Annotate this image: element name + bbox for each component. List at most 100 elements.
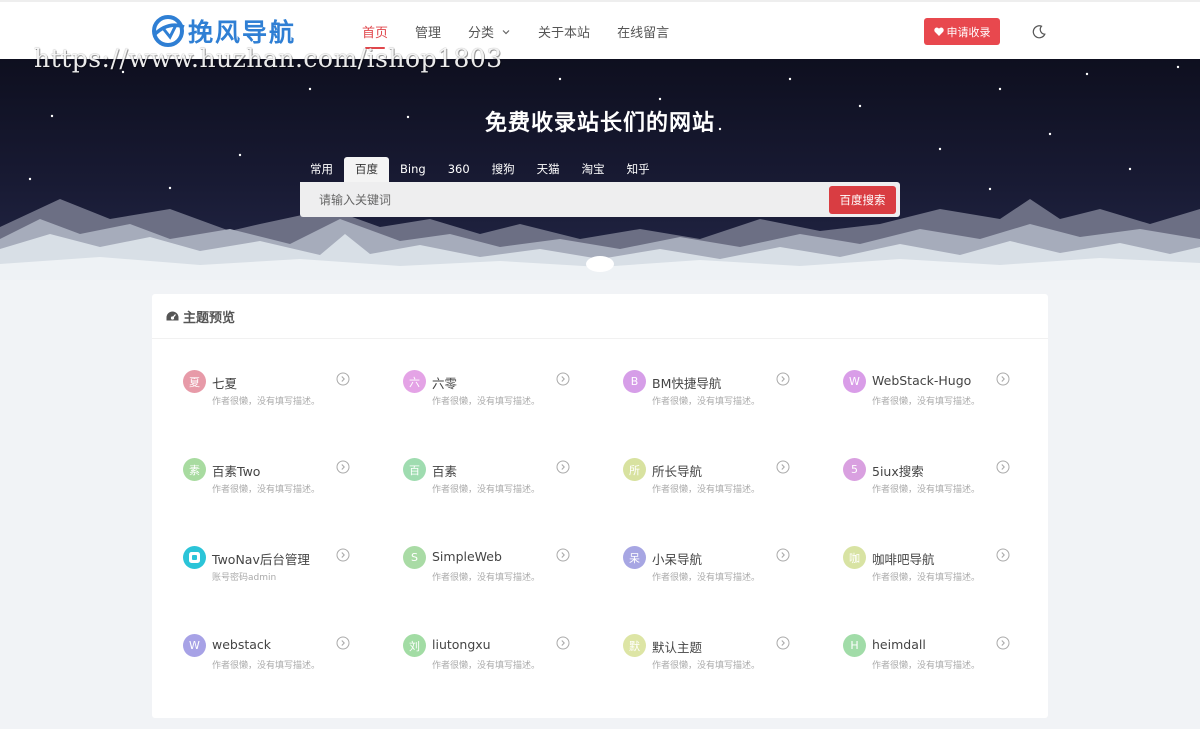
site-card[interactable]: Hheimdall 作者很懒，没有填写描述。 <box>843 634 1043 694</box>
nav-item-label: 首页 <box>362 26 389 41</box>
site-description: 作者很懒，没有填写描述。 <box>652 661 761 671</box>
moon-icon[interactable] <box>1031 24 1047 40</box>
search-button[interactable]: 百度搜索 <box>829 186 896 214</box>
site-description: 作者很懒，没有填写描述。 <box>212 661 321 671</box>
site-description: 作者很懒，没有填写描述。 <box>432 485 541 495</box>
submit-site-button[interactable]: 申请收录 <box>924 18 1000 45</box>
site-name: liutongxu <box>432 637 491 652</box>
site-description: 作者很懒，没有填写描述。 <box>652 397 761 407</box>
star-dot <box>558 77 562 81</box>
star-dot <box>238 153 242 157</box>
chevron-right-circle-icon[interactable] <box>556 372 570 386</box>
site-description: 作者很懒，没有填写描述。 <box>212 485 321 495</box>
site-avatar: 百 <box>403 458 426 481</box>
site-name: 咖啡吧导航 <box>872 552 935 567</box>
site-description: 作者很懒，没有填写描述。 <box>872 661 981 671</box>
chevron-right-circle-icon[interactable] <box>336 372 350 386</box>
site-card[interactable]: 素百素Two 作者很懒，没有填写描述。 <box>183 458 383 518</box>
search-input[interactable] <box>300 182 825 217</box>
site-logo-icon <box>183 546 206 569</box>
site-card[interactable]: 百百素作者很懒，没有填写描述。 <box>403 458 603 518</box>
search-tab[interactable]: 百度 <box>344 157 389 182</box>
site-card[interactable]: S SimpleWeb 作者很懒，没有填写描述。 <box>403 546 603 606</box>
star-dot <box>168 186 172 190</box>
site-card[interactable]: 刘 liutongxu 作者很懒，没有填写描述。 <box>403 634 603 694</box>
nav-item-label: 关于本站 <box>538 26 591 41</box>
star-dot <box>938 147 942 151</box>
search-box: 百度搜索 <box>300 182 900 217</box>
chevron-right-circle-icon[interactable] <box>336 636 350 650</box>
chevron-right-circle-icon[interactable] <box>556 636 570 650</box>
site-avatar: 所 <box>623 458 646 481</box>
site-card[interactable]: 5 5iux搜索 作者很懒，没有填写描述。 <box>843 458 1043 518</box>
chevron-right-circle-icon[interactable] <box>556 460 570 474</box>
site-description: 作者很懒，没有填写描述。 <box>212 397 321 407</box>
site-card[interactable]: 呆小呆导航作者很懒，没有填写描述。 <box>623 546 823 606</box>
site-description: 作者很懒，没有填写描述。 <box>872 485 981 495</box>
submit-site-label: 申请收录 <box>946 25 991 39</box>
site-avatar: W <box>183 634 206 657</box>
site-avatar: 夏 <box>183 370 206 393</box>
site-name: heimdall <box>872 637 926 652</box>
site-card[interactable]: B BM快捷导航 作者很懒，没有填写描述。 <box>623 370 823 430</box>
site-card[interactable]: 默默认主题作者很懒，没有填写描述。 <box>623 634 823 694</box>
chevron-right-circle-icon[interactable] <box>996 548 1010 562</box>
site-card[interactable]: 咖咖啡吧导航 作者很懒，没有填写描述。 <box>843 546 1043 606</box>
star-dot <box>658 97 662 101</box>
chevron-right-circle-icon[interactable] <box>336 548 350 562</box>
search-tab[interactable]: 天猫 <box>526 157 571 182</box>
site-name: 默认主题 <box>652 640 703 655</box>
chevron-right-circle-icon[interactable] <box>776 548 790 562</box>
site-name: 小呆导航 <box>652 552 703 567</box>
site-description: 作者很懒，没有填写描述。 <box>432 573 541 583</box>
site-avatar: H <box>843 634 866 657</box>
site-name: 六零 <box>432 376 458 391</box>
site-avatar: 刘 <box>403 634 426 657</box>
theme-preview-card: 主题预览 夏七夏 作者很懒，没有填写描述。六六零 作者很懒，没有填写描述。 B BM快捷… <box>152 294 1048 718</box>
chevron-right-circle-icon[interactable] <box>776 372 790 386</box>
site-card[interactable]: Wwebstack 作者很懒，没有填写描述。 <box>183 634 383 694</box>
chevron-right-circle-icon[interactable] <box>336 460 350 474</box>
chevron-right-circle-icon[interactable] <box>776 636 790 650</box>
search-tab[interactable]: 常用 <box>299 157 344 182</box>
nav-item-3[interactable]: 关于本站 <box>538 2 590 61</box>
site-avatar: B <box>623 370 646 393</box>
site-avatar: 5 <box>843 458 866 481</box>
site-name: SimpleWeb <box>432 549 502 564</box>
search-tab[interactable]: 淘宝 <box>571 157 616 182</box>
dashboard-icon <box>166 311 179 320</box>
site-card[interactable]: 所所长导航 作者很懒，没有填写描述。 <box>623 458 823 518</box>
card-header: 主题预览 <box>152 294 1048 339</box>
chevron-right-circle-icon[interactable] <box>996 636 1010 650</box>
site-name: 百素Two <box>212 464 261 479</box>
search-tab[interactable]: Bing <box>389 157 437 182</box>
site-description: 作者很懒，没有填写描述。 <box>432 397 541 407</box>
site-name: TwoNav后台管理 <box>212 552 310 567</box>
star-dot <box>988 187 992 191</box>
site-name: 百素 <box>432 464 458 479</box>
site-card[interactable]: TwoNav后台管理 账号密码admin <box>183 546 383 606</box>
site-card[interactable]: 夏七夏作者很懒，没有填写描述。 <box>183 370 383 430</box>
watermark-text: https://www.huzhan.com/ishop1803 <box>34 44 503 73</box>
hero-banner: 免费收录站长们的网站 常用百度Bing360搜狗天猫淘宝知乎 百度搜索 <box>0 59 1200 280</box>
site-avatar: 呆 <box>623 546 646 569</box>
site-card[interactable]: W WebStack-Hugo 作者很懒，没有填写描述。 <box>843 370 1043 430</box>
site-avatar: 默 <box>623 634 646 657</box>
site-card[interactable]: 六六零 作者很懒，没有填写描述。 <box>403 370 603 430</box>
star-dot <box>788 77 792 81</box>
chevron-down-icon <box>502 29 510 34</box>
search-tab[interactable]: 360 <box>437 157 481 182</box>
site-name: WebStack-Hugo <box>872 373 972 388</box>
chevron-right-circle-icon[interactable] <box>556 548 570 562</box>
site-description: 作者很懒，没有填写描述。 <box>652 573 761 583</box>
site-name: 七夏 <box>212 376 238 391</box>
nav-item-label: 在线留言 <box>617 26 670 41</box>
chevron-right-circle-icon[interactable] <box>776 460 790 474</box>
site-name: 所长导航 <box>652 464 703 479</box>
nav-item-label: 分类 <box>468 26 495 41</box>
nav-item-4[interactable]: 在线留言 <box>617 2 669 61</box>
search-tab[interactable]: 知乎 <box>616 157 661 182</box>
chevron-right-circle-icon[interactable] <box>996 372 1010 386</box>
chevron-right-circle-icon[interactable] <box>996 460 1010 474</box>
search-tab[interactable]: 搜狗 <box>481 157 526 182</box>
